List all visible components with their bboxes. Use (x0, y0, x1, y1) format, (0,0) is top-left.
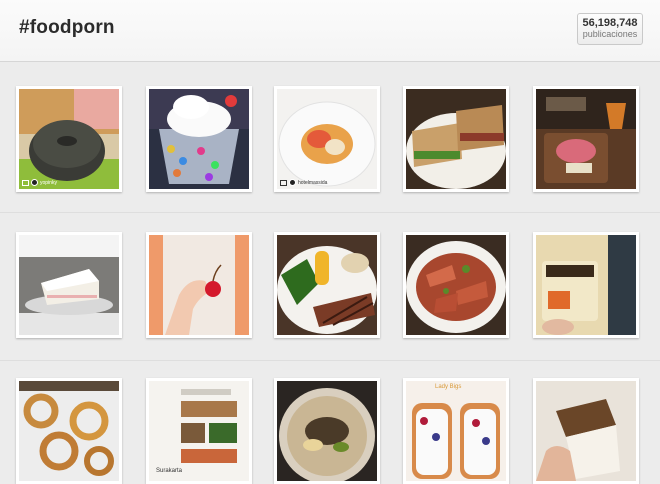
charcuterie-photo (536, 89, 636, 189)
row-divider (0, 212, 660, 213)
menu-photo (149, 381, 249, 481)
row-divider (0, 360, 660, 361)
steak-photo (277, 235, 377, 335)
photo-tile-8[interactable] (274, 232, 380, 338)
photo-tile-13[interactable] (274, 378, 380, 484)
hashtag-title: #foodporn (19, 17, 115, 38)
photo-tile-7[interactable] (146, 232, 252, 338)
post-count: 56,198,748 (582, 17, 638, 29)
tag-header: #foodporn 56,198,748 publicaciones (0, 0, 660, 62)
photo-tile-3[interactable]: hotelmassida (274, 86, 380, 192)
photo-tile-12[interactable]: Surakarta (146, 378, 252, 484)
onion-rings-photo (19, 381, 119, 481)
berry-toast-photo (406, 381, 506, 481)
cake-hand-photo (536, 381, 636, 481)
menu-caption: Surakarta (156, 468, 183, 474)
post-count-badge: 56,198,748 publicaciones (577, 13, 643, 45)
post-count-label: publicaciones (582, 29, 638, 39)
ramen-photo (277, 381, 377, 481)
photo-tile-5[interactable] (533, 86, 639, 192)
photo-tile-2[interactable] (146, 86, 252, 192)
user-badge: yopinky (22, 179, 57, 186)
photo-tile-9[interactable] (403, 232, 509, 338)
cake-photo (19, 235, 119, 335)
beef-salad-photo (406, 235, 506, 335)
donut-photo (19, 89, 119, 189)
photo-tile-11[interactable] (16, 378, 122, 484)
photo-tile-1[interactable]: yopinky (16, 86, 122, 192)
photo-tile-6[interactable] (16, 232, 122, 338)
photo-tile-15[interactable] (533, 378, 639, 484)
brand-caption: Lady Bigs (435, 384, 462, 390)
lobster-photo (277, 89, 377, 189)
photo-tile-14[interactable]: Lady Bigs (403, 378, 509, 484)
coffee-photo (536, 235, 636, 335)
cherry-photo (149, 235, 249, 335)
user-badge: hotelmassida (280, 179, 327, 186)
photo-tile-10[interactable] (533, 232, 639, 338)
photo-tile-4[interactable] (403, 86, 509, 192)
sundae-photo (149, 89, 249, 189)
panini-photo (406, 89, 506, 189)
